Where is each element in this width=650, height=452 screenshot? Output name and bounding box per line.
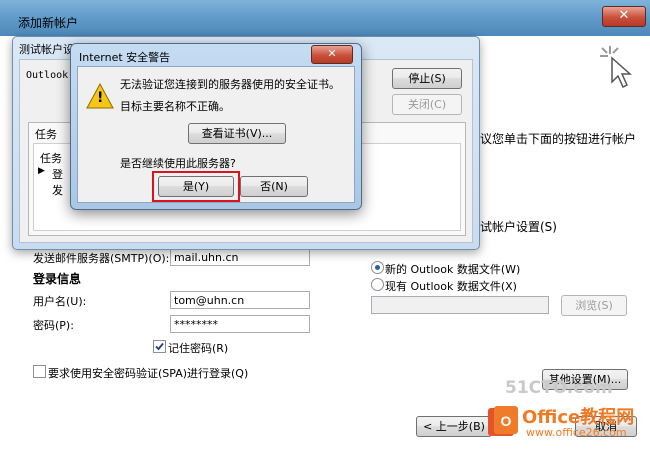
outer-title-bar: 添加新帐户 ✕ <box>0 0 650 36</box>
spa-label: 要求使用安全密码验证(SPA)进行登录(Q) <box>48 367 249 380</box>
alert-title: Internet 安全警告 <box>79 51 171 64</box>
login-info-heading: 登录信息 <box>33 272 82 286</box>
outer-window-title: 添加新帐户 <box>18 16 79 30</box>
outer-close-button[interactable]: ✕ <box>602 6 646 27</box>
password-label: 密码(P): <box>33 319 74 332</box>
view-certificate-button[interactable]: 查看证书(V)... <box>188 123 286 144</box>
outlook-status-text: Outlook <box>26 70 69 81</box>
existing-data-file-input[interactable] <box>371 296 549 314</box>
running-arrow-icon: ▶ <box>38 166 45 176</box>
task-item-login: 登 <box>52 168 63 181</box>
alert-message-line1: 无法验证您连接到的服务器使用的安全证书。 <box>120 78 340 91</box>
alert-close-button[interactable]: ✕ <box>311 45 353 64</box>
spa-checkbox[interactable] <box>33 365 46 378</box>
new-data-file-label: 新的 Outlook 数据文件(W) <box>385 263 521 276</box>
existing-data-file-radio[interactable] <box>371 278 384 291</box>
back-button[interactable]: < 上一步(B) <box>416 416 492 437</box>
no-button[interactable]: 否(N) <box>240 176 308 197</box>
checkmark-icon <box>155 342 164 351</box>
task-item-send: 发 <box>52 184 63 197</box>
remember-password-checkbox[interactable] <box>153 340 166 353</box>
security-alert-dialog: Internet 安全警告 ✕ ! 无法验证您连接到的服务器使用的安全证书。 目… <box>70 43 362 210</box>
existing-data-file-label: 现有 Outlook 数据文件(X) <box>385 280 517 293</box>
svg-text:O: O <box>501 413 512 429</box>
outgoing-server-input[interactable]: mail.uhn.cn <box>170 248 310 266</box>
username-label: 用户名(U): <box>33 295 87 308</box>
watermark-url: www.office26.com <box>526 426 627 439</box>
alert-message-line2: 目标主要名称不正确。 <box>120 100 230 113</box>
task-column-header: 任务 <box>40 152 62 165</box>
office-logo-icon: O <box>486 404 520 438</box>
test-dialog-title: 测试帐户设 <box>19 43 74 56</box>
outgoing-server-label: 发送邮件服务器(SMTP)(O): <box>33 252 170 265</box>
browse-button[interactable]: 浏览(S) <box>561 295 627 316</box>
instruction-text: 议您单击下面的按钮进行帐户 <box>480 132 637 146</box>
password-input[interactable]: ******** <box>170 315 310 333</box>
new-data-file-radio[interactable] <box>371 261 384 274</box>
sparkle-cursor-icon <box>596 42 636 90</box>
close-test-button[interactable]: 关闭(C) <box>392 94 462 115</box>
warning-glyph: ! <box>97 90 104 106</box>
tab-tasks[interactable]: 任务 <box>35 126 57 142</box>
watermark-51cto: 51CTO.com <box>505 378 613 398</box>
test-settings-link-text[interactable]: 试帐户设置(S) <box>480 218 557 235</box>
remember-password-label: 记住密码(R) <box>168 342 229 355</box>
alert-question: 是否继续使用此服务器? <box>120 157 236 170</box>
highlight-box <box>152 171 240 202</box>
warning-icon: ! <box>86 82 114 109</box>
alert-body: ! 无法验证您连接到的服务器使用的安全证书。 目标主要名称不正确。 查看证书(V… <box>77 66 355 203</box>
stop-button[interactable]: 停止(S) <box>392 68 462 89</box>
username-input[interactable]: tom@uhn.cn <box>170 291 310 309</box>
